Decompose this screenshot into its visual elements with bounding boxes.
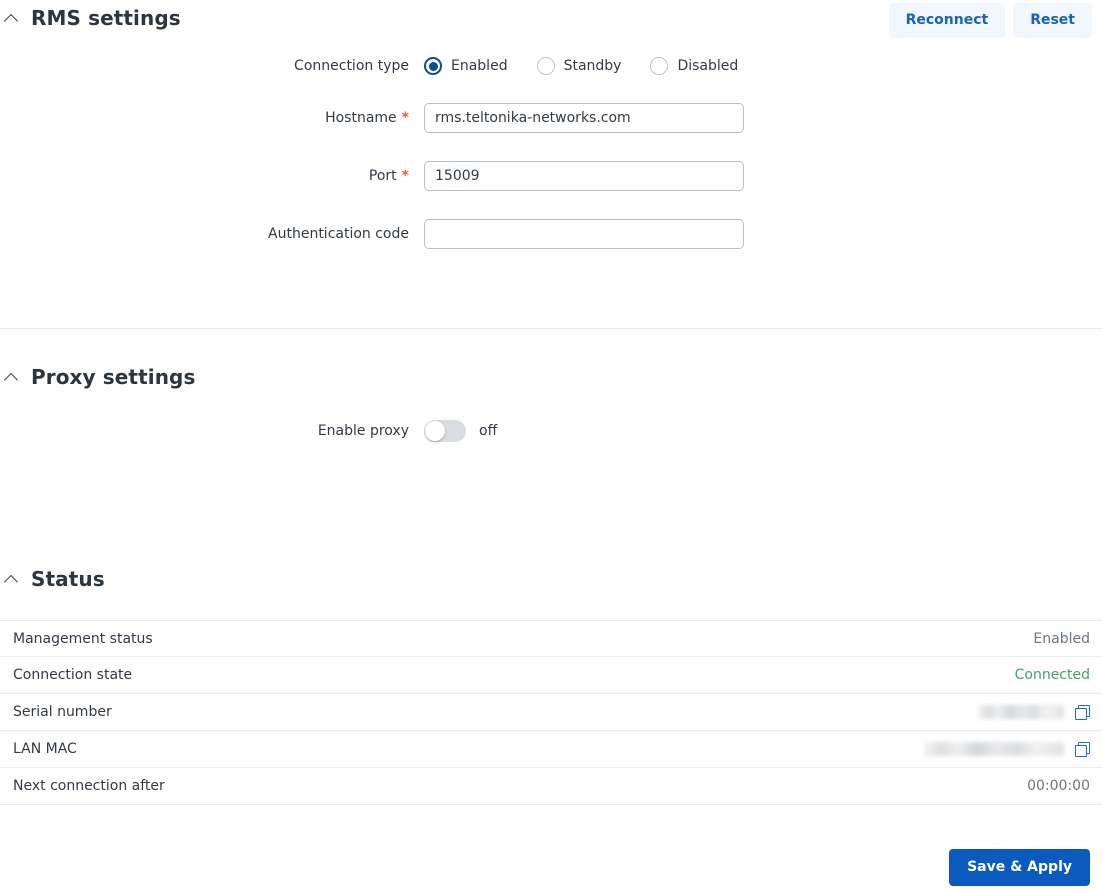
hostname-input[interactable] <box>424 103 744 133</box>
chevron-up-icon[interactable] <box>4 571 20 587</box>
table-row: Connection state Connected <box>0 657 1102 694</box>
authentication-code-input[interactable] <box>424 219 744 249</box>
radio-mark-enabled <box>424 57 442 75</box>
status-row-key: LAN MAC <box>13 741 77 757</box>
status-row-value: 00:00:00 <box>1027 778 1090 794</box>
footer-actions: Save & Apply <box>949 849 1090 886</box>
enable-proxy-row: Enable proxy off <box>0 420 1102 442</box>
table-row: LAN MAC <box>0 731 1102 768</box>
port-required-mark: * <box>401 168 409 184</box>
status-row-key: Management status <box>13 630 153 647</box>
reconnect-button[interactable]: Reconnect <box>888 3 1006 38</box>
status-row-value <box>924 741 1090 757</box>
enable-proxy-toggle[interactable] <box>424 420 466 442</box>
radio-mark-standby <box>536 57 555 75</box>
authentication-code-label: Authentication code <box>268 226 409 242</box>
hostname-label-text: Hostname <box>325 110 397 126</box>
reset-button[interactable]: Reset <box>1013 3 1092 38</box>
proxy-settings-header: Proxy settings <box>0 367 1102 387</box>
connection-type-row: Connection type Enabled Standby Disabled <box>0 57 1102 75</box>
toggle-knob <box>425 421 445 441</box>
proxy-settings-section: Proxy settings Enable proxy off <box>0 367 1102 442</box>
hostname-label: Hostname * <box>0 110 424 126</box>
copy-icon[interactable] <box>1075 741 1090 757</box>
rms-settings-section: RMS settings Reconnect Reset Connection … <box>0 0 1102 249</box>
authentication-code-row: Authentication code <box>0 219 1102 249</box>
status-row-value-text: Connected <box>1014 667 1090 683</box>
port-row: Port * <box>0 161 1102 191</box>
save-and-apply-button[interactable]: Save & Apply <box>949 849 1090 886</box>
section-divider-rms <box>0 328 1102 329</box>
rms-settings-title: RMS settings <box>31 6 181 30</box>
status-row-key: Next connection after <box>13 778 165 794</box>
enable-proxy-label: Enable proxy <box>317 423 409 439</box>
hostname-row: Hostname * <box>0 103 1102 133</box>
status-row-value: Enabled <box>1033 631 1090 647</box>
chevron-up-icon[interactable] <box>4 369 20 385</box>
status-table: Management status Enabled Connection state… <box>0 620 1102 805</box>
connection-type-radio-group[interactable]: Enabled Standby Disabled <box>424 57 738 75</box>
copy-icon[interactable] <box>1075 704 1090 720</box>
radio-label-enabled: Enabled <box>451 58 508 74</box>
table-row: Next connection after 00:00:00 <box>0 768 1102 805</box>
status-header: Status <box>0 569 1102 589</box>
port-label-text: Port <box>368 168 397 184</box>
radio-mark-disabled <box>650 57 669 75</box>
status-row-key: Serial number <box>13 704 112 720</box>
status-row-value <box>978 704 1090 720</box>
status-row-value-text: 00:00:00 <box>1027 778 1090 794</box>
redacted-value <box>978 705 1064 719</box>
enable-proxy-state-text: off <box>479 423 498 439</box>
proxy-settings-title: Proxy settings <box>31 365 196 389</box>
port-label: Port * <box>0 168 424 184</box>
status-row-key: Connection state <box>13 667 133 683</box>
status-title: Status <box>31 567 105 591</box>
connection-type-label: Connection type <box>294 58 409 74</box>
hostname-required-mark: * <box>401 110 409 126</box>
port-input[interactable] <box>424 161 744 191</box>
status-section: Status Management status Enabled Connectio… <box>0 569 1102 805</box>
radio-option-disabled[interactable]: Disabled <box>650 57 738 75</box>
rms-top-actions: Reconnect Reset <box>888 3 1092 38</box>
chevron-up-icon[interactable] <box>4 10 20 26</box>
table-row: Serial number <box>0 694 1102 731</box>
radio-option-enabled[interactable]: Enabled <box>424 57 508 75</box>
redacted-value <box>924 742 1064 756</box>
radio-label-standby: Standby <box>563 58 622 74</box>
status-row-value: Connected <box>1015 667 1090 683</box>
status-row-value-text: Enabled <box>1033 630 1090 647</box>
table-row: Management status Enabled <box>0 620 1102 657</box>
radio-option-standby[interactable]: Standby <box>536 57 622 75</box>
radio-label-disabled: Disabled <box>677 58 739 74</box>
